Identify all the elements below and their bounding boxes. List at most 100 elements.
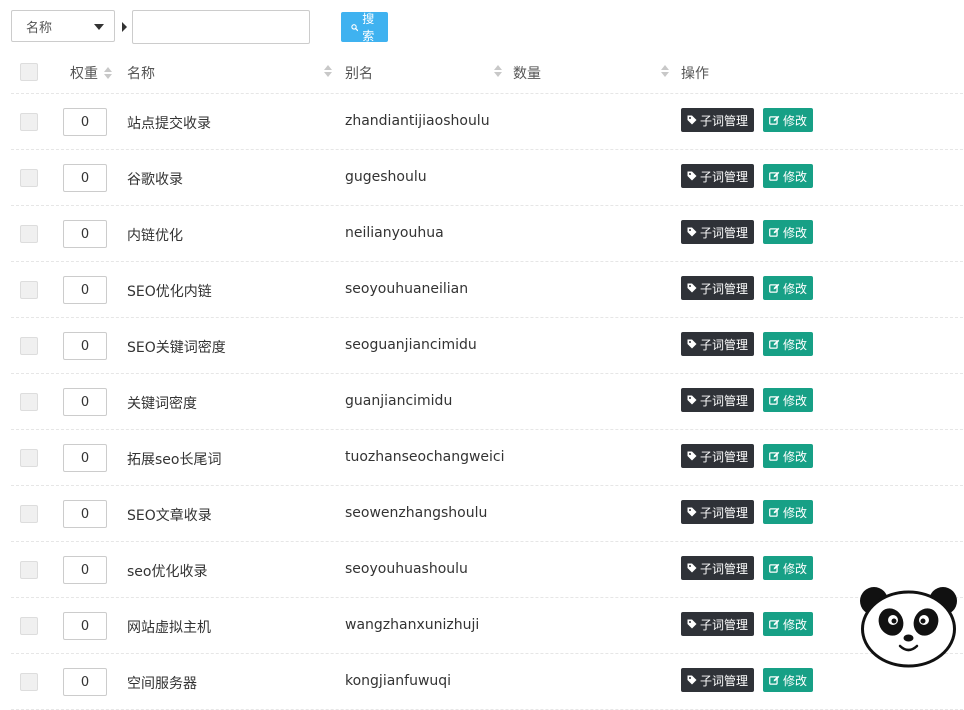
weight-input[interactable]: 0 [63, 332, 107, 360]
manage-subwords-button[interactable]: 子词管理 [681, 332, 755, 356]
weight-input[interactable]: 0 [63, 668, 107, 696]
edit-button[interactable]: 修改 [763, 276, 814, 300]
header-actions-label: 操作 [681, 66, 709, 82]
keyword-name: 拓展seo长尾词 [127, 452, 222, 468]
keyword-name: 谷歌收录 [127, 172, 183, 188]
edit-button[interactable]: 修改 [763, 388, 814, 412]
edit-icon [769, 339, 780, 349]
row-checkbox[interactable] [20, 449, 38, 467]
keyword-alias: gugeshoulu [345, 169, 427, 185]
edit-label: 修改 [783, 449, 808, 464]
header-alias[interactable]: 别名 [345, 63, 373, 83]
sort-icon [104, 66, 112, 80]
keyword-name: 空间服务器 [127, 676, 197, 692]
row-checkbox[interactable] [20, 113, 38, 131]
weight-input[interactable]: 0 [63, 164, 107, 192]
keyword-alias: kongjianfuwuqi [345, 673, 452, 689]
keyword-name: 关键词密度 [127, 396, 197, 412]
edit-icon [769, 563, 780, 573]
weight-input[interactable]: 0 [63, 388, 107, 416]
edit-icon [769, 115, 780, 125]
edit-button[interactable]: 修改 [763, 332, 814, 356]
edit-label: 修改 [783, 393, 808, 408]
edit-button[interactable]: 修改 [763, 164, 814, 188]
manage-subwords-button[interactable]: 子词管理 [681, 556, 755, 580]
manage-subwords-label: 子词管理 [700, 561, 749, 576]
header-name[interactable]: 名称 [127, 63, 155, 83]
weight-input[interactable]: 0 [63, 556, 107, 584]
table-row: 0 SEO文章收录 seowenzhangshoulu 子词管理 修改 [11, 486, 963, 542]
weight-input[interactable]: 0 [63, 220, 107, 248]
sort-icon[interactable] [494, 64, 502, 78]
manage-subwords-label: 子词管理 [700, 673, 749, 688]
manage-subwords-button[interactable]: 子词管理 [681, 220, 755, 244]
search-field-select-value: 名称 [26, 20, 53, 36]
row-checkbox[interactable] [20, 505, 38, 523]
keyword-name: 内链优化 [127, 228, 183, 244]
row-checkbox[interactable] [20, 393, 38, 411]
keyword-alias: zhandiantijiaoshoulu [345, 113, 490, 129]
keyword-name: seo优化收录 [127, 564, 208, 580]
weight-input[interactable]: 0 [63, 276, 107, 304]
row-checkbox[interactable] [20, 281, 38, 299]
weight-input[interactable]: 0 [63, 108, 107, 136]
sort-icon[interactable] [661, 64, 669, 78]
row-checkbox[interactable] [20, 169, 38, 187]
tag-icon [687, 283, 697, 293]
sort-icon[interactable] [324, 64, 332, 78]
manage-subwords-button[interactable]: 子词管理 [681, 108, 755, 132]
search-input[interactable] [132, 10, 310, 44]
keyword-name: 站点提交收录 [127, 116, 211, 132]
manage-subwords-button[interactable]: 子词管理 [681, 444, 755, 468]
select-all-checkbox[interactable] [20, 63, 38, 81]
tag-icon [687, 563, 697, 573]
header-weight[interactable]: 权重 [70, 63, 112, 83]
manage-subwords-button[interactable]: 子词管理 [681, 500, 755, 524]
edit-button[interactable]: 修改 [763, 500, 814, 524]
edit-label: 修改 [783, 113, 808, 128]
manage-subwords-button[interactable]: 子词管理 [681, 612, 755, 636]
edit-button[interactable]: 修改 [763, 668, 814, 692]
edit-button[interactable]: 修改 [763, 612, 814, 636]
edit-button[interactable]: 修改 [763, 108, 814, 132]
weight-input[interactable]: 0 [63, 444, 107, 472]
manage-subwords-button[interactable]: 子词管理 [681, 276, 755, 300]
manage-subwords-label: 子词管理 [700, 617, 749, 632]
tag-icon [687, 171, 697, 181]
row-checkbox[interactable] [20, 337, 38, 355]
row-checkbox[interactable] [20, 225, 38, 243]
tag-icon [687, 507, 697, 517]
weight-input[interactable]: 0 [63, 500, 107, 528]
manage-subwords-button[interactable]: 子词管理 [681, 164, 755, 188]
row-checkbox[interactable] [20, 673, 38, 691]
row-checkbox[interactable] [20, 561, 38, 579]
edit-label: 修改 [783, 673, 808, 688]
caret-right-icon [122, 22, 127, 32]
edit-button[interactable]: 修改 [763, 444, 814, 468]
manage-subwords-button[interactable]: 子词管理 [681, 668, 755, 692]
edit-button[interactable]: 修改 [763, 220, 814, 244]
table-row: 0 站点提交收录 zhandiantijiaoshoulu 子词管理 修改 [11, 94, 963, 150]
tag-icon [687, 675, 697, 685]
search-button[interactable]: 搜索 [341, 12, 389, 43]
search-field-select[interactable]: 名称 [11, 10, 115, 42]
edit-label: 修改 [783, 337, 808, 352]
keyword-name: 网站虚拟主机 [127, 620, 211, 636]
table-row: 0 seo优化收录 seoyouhuashoulu 子词管理 修改 [11, 542, 963, 598]
tag-icon [687, 619, 697, 629]
header-count[interactable]: 数量 [513, 63, 541, 83]
keyword-name: SEO文章收录 [127, 508, 212, 524]
keyword-table: 权重 名称 别名 数量 操作 0 站点提交收录 zhandiantijiaosh… [11, 50, 963, 710]
keyword-alias: seoyouhuaneilian [345, 281, 469, 297]
edit-button[interactable]: 修改 [763, 556, 814, 580]
edit-label: 修改 [783, 617, 808, 632]
manage-subwords-button[interactable]: 子词管理 [681, 388, 755, 412]
tag-icon [687, 227, 697, 237]
edit-icon [769, 451, 780, 461]
row-checkbox[interactable] [20, 617, 38, 635]
weight-input[interactable]: 0 [63, 612, 107, 640]
keyword-alias: seoguanjiancimidu [345, 337, 477, 353]
edit-label: 修改 [783, 169, 808, 184]
table-row: 0 内链优化 neilianyouhua 子词管理 修改 [11, 206, 963, 262]
manage-subwords-label: 子词管理 [700, 393, 749, 408]
